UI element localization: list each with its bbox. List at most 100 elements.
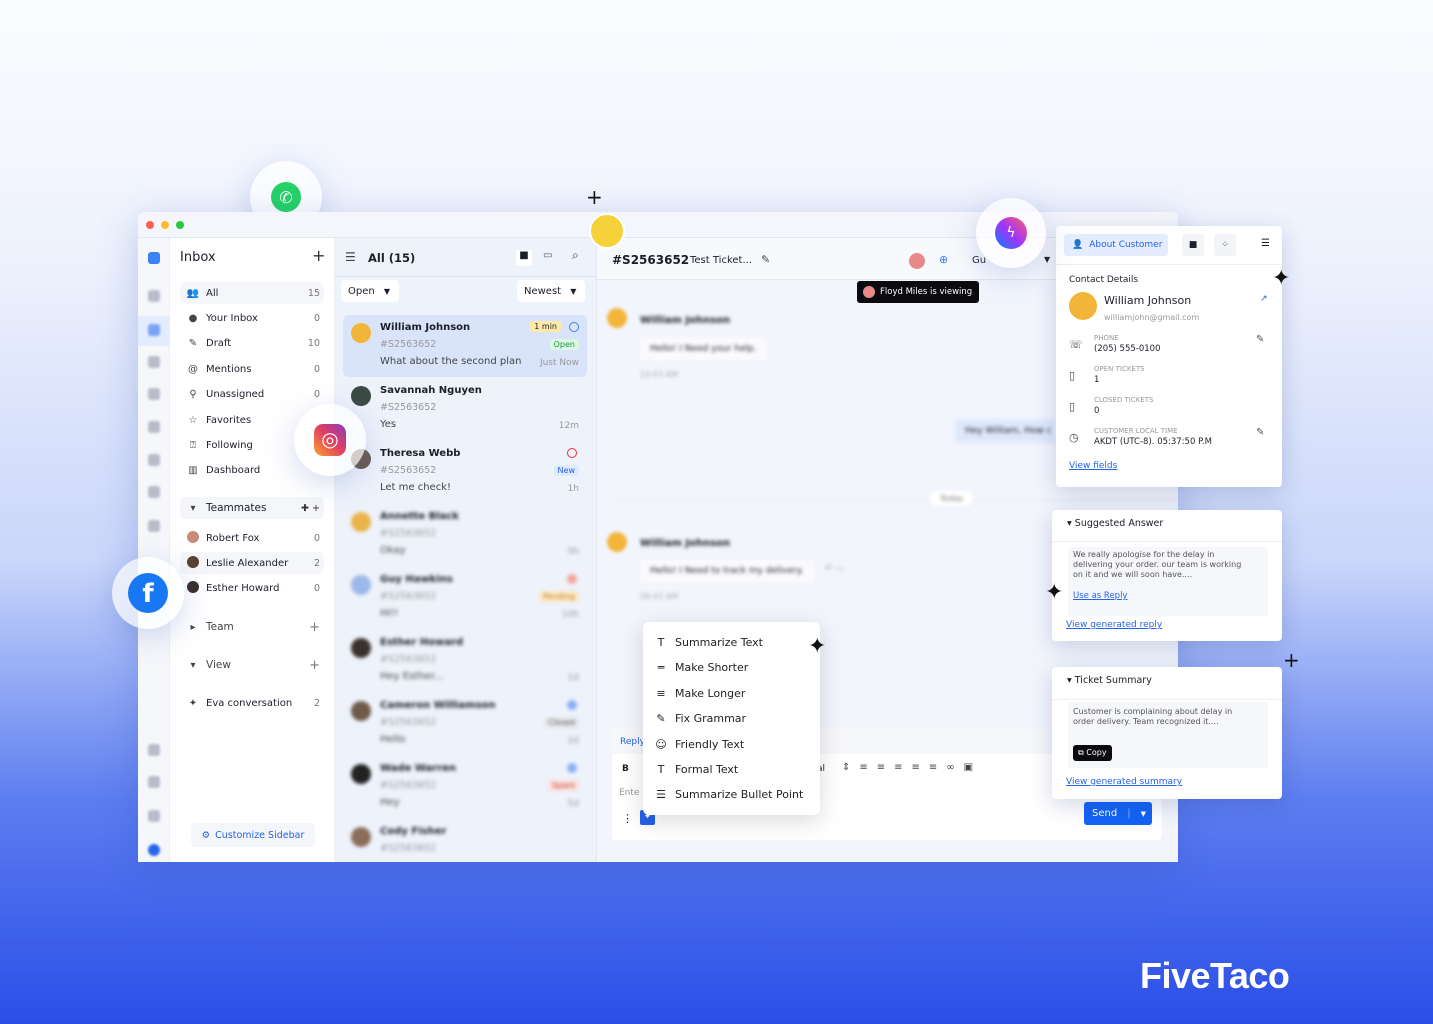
download-icon[interactable]: ⊕	[939, 253, 948, 266]
ai-menu-item-friendly-text[interactable]: ☺ Friendly Text	[655, 738, 744, 751]
ai-menu-item-summarize-text[interactable]: T Summarize Text	[655, 636, 763, 649]
sidebar-item-your-inbox[interactable]: ● Your Inbox 0	[180, 307, 324, 329]
send-button[interactable]: Send | ▼	[1084, 802, 1152, 825]
customize-sidebar-button[interactable]: ⚙ Customize Sidebar	[191, 823, 315, 847]
app-logo-icon[interactable]	[148, 252, 160, 264]
sidebar-item-draft[interactable]: ✎ Draft 10	[180, 333, 324, 355]
download-icon[interactable]	[569, 322, 579, 332]
status-filter-dropdown[interactable]: Open ▼	[341, 280, 399, 302]
view-toggle-list-icon[interactable]: ▭	[543, 250, 552, 261]
profile-icon[interactable]	[148, 844, 160, 856]
view-header[interactable]: ▾ View +	[180, 654, 324, 676]
priority-icon	[567, 700, 577, 710]
ai-menu-item-make-shorter[interactable]: ═ Make Shorter	[655, 661, 749, 674]
reply-tab[interactable]: Reply	[620, 737, 645, 747]
sidebar-item-mentions[interactable]: @ Mentions 0	[180, 358, 324, 380]
view-generated-reply-link[interactable]: View generated reply	[1066, 620, 1162, 630]
conversation-ticket: #S2563652	[380, 339, 437, 350]
message-time: 08:42 AM	[640, 592, 678, 601]
sidebar-item-unassigned[interactable]: ⚲ Unassigned 0	[180, 384, 324, 406]
conversation-item[interactable]: Theresa Webb #S2563652 Let me check! 1h N…	[343, 441, 587, 503]
ai-menu-item-formal-text[interactable]: T Formal Text	[655, 763, 739, 776]
teammate-count: 0	[313, 583, 320, 595]
view-fields-link[interactable]: View fields	[1069, 461, 1117, 471]
suggested-answer-text: We really apologise for the delay in del…	[1073, 550, 1242, 579]
reply-icon[interactable]: ↶ —	[825, 564, 844, 574]
message-sender: William Johnson	[640, 538, 731, 549]
rail-icon[interactable]	[148, 421, 160, 433]
ai-option-icon: T	[657, 636, 665, 649]
reply-input[interactable]: Ente	[619, 788, 639, 798]
use-as-reply-link[interactable]: Use as Reply	[1073, 591, 1127, 601]
sidebar-item-all[interactable]: 👥 All 15	[180, 282, 324, 304]
rail-icon[interactable]	[148, 520, 160, 532]
rail-icon[interactable]	[148, 356, 160, 368]
conversation-item[interactable]: Guy Hawkins #S2563652 Hi!! 10h Pending	[343, 567, 587, 629]
about-customer-tab[interactable]: 👤 About Customer	[1064, 234, 1168, 256]
pin-icon[interactable]: ✚ +	[301, 503, 320, 514]
collapse-list-icon[interactable]: ☰	[345, 250, 356, 264]
open-profile-icon[interactable]: ↗	[1260, 294, 1268, 304]
conversation-item[interactable]: Esther Howard #S2563652 Hey Esther... 1d	[343, 630, 587, 692]
sidebar-item-label: Favorites	[206, 414, 252, 426]
draft-icon: ✎	[188, 338, 198, 350]
conversation-item[interactable]: Cameron Williamson #S2563652 Hello 2d Clo…	[343, 693, 587, 755]
conversation-item[interactable]: Annette Black #S2563652 Okay 5h	[343, 504, 587, 566]
copy-button[interactable]: ⧉ Copy	[1073, 745, 1112, 761]
assignee-partial[interactable]: Gu	[972, 255, 986, 266]
edit-icon[interactable]: ✎	[1256, 334, 1264, 345]
edit-title-icon[interactable]: ✎	[761, 253, 770, 266]
rail-icon[interactable]	[148, 486, 160, 498]
ai-menu-item-summarize-bullet-point[interactable]: ☰ Summarize Bullet Point	[655, 788, 803, 801]
book-tab-icon[interactable]: ■	[1182, 234, 1204, 256]
view-generated-summary-link[interactable]: View generated summary	[1066, 777, 1182, 787]
bold-button[interactable]: B	[622, 764, 629, 774]
edit-icon[interactable]: ✎	[1256, 427, 1264, 438]
priority-icon	[567, 448, 577, 458]
send-options-caret-icon[interactable]: ▼	[1141, 810, 1146, 818]
eva-conversation-item[interactable]: ✦ Eva conversation 2	[180, 692, 324, 714]
suggested-answer-header[interactable]: ▾ Suggested Answer	[1067, 518, 1163, 529]
conversation-item[interactable]: Savannah Nguyen #S2563652 Yes 12m	[343, 378, 587, 440]
view-toggle-card-icon[interactable]: ■	[516, 250, 532, 266]
team-header[interactable]: ▸ Team +	[180, 616, 324, 638]
inbox-rail-icon[interactable]	[148, 324, 160, 336]
rail-icon[interactable]	[148, 290, 160, 302]
close-window-button[interactable]	[146, 221, 154, 229]
teammates-header[interactable]: ▾ Teammates ✚ +	[180, 497, 324, 519]
teammate-item[interactable]: Esther Howard 0	[180, 578, 324, 600]
assignee-caret-icon[interactable]: ▼	[1044, 255, 1050, 264]
teammate-item[interactable]: Robert Fox 0	[180, 527, 324, 549]
apps-tab-icon[interactable]: ⁘	[1214, 234, 1236, 256]
collapse-panel-icon[interactable]: ☰	[1261, 238, 1270, 249]
minimize-window-button[interactable]	[161, 221, 169, 229]
conversation-item[interactable]: Cody Fisher #S2563652	[343, 819, 587, 862]
avatar	[351, 701, 371, 721]
formatting-toolbar[interactable]: ⇕≡≡≡≡≡∞▣	[842, 762, 982, 773]
rail-icon[interactable]	[148, 776, 160, 788]
add-view-button[interactable]: +	[309, 658, 320, 673]
ai-menu-item-fix-grammar[interactable]: ✎ Fix Grammar	[655, 712, 746, 725]
teammate-item[interactable]: Leslie Alexander 2	[180, 552, 324, 575]
about-customer-label: About Customer	[1089, 240, 1163, 250]
ai-menu-item-make-longer[interactable]: ≡ Make Longer	[655, 687, 745, 700]
conversation-item[interactable]: Wade Warren #S2563652 Hey 5d Spam	[343, 756, 587, 818]
rail-icon[interactable]	[148, 454, 160, 466]
more-options-icon[interactable]: ⋮	[622, 812, 633, 825]
ticket-title: Test Ticket...	[690, 255, 752, 266]
divider	[335, 276, 596, 277]
add-team-button[interactable]: +	[309, 620, 320, 635]
maximize-window-button[interactable]	[176, 221, 184, 229]
rail-icon[interactable]	[148, 810, 160, 822]
search-icon[interactable]: ⌕	[572, 248, 579, 263]
conversation-name: Guy Hawkins	[380, 574, 453, 585]
ai-option-icon: ☰	[656, 788, 666, 802]
unassigned-icon: ⚲	[189, 389, 197, 401]
avatar	[351, 638, 371, 658]
add-inbox-button[interactable]: +	[312, 246, 325, 265]
rail-icon[interactable]	[148, 388, 160, 400]
ticket-summary-header[interactable]: ▾ Ticket Summary	[1067, 675, 1152, 686]
rail-icon[interactable]	[148, 744, 160, 756]
conversation-item[interactable]: William Johnson #S2563652 What about the…	[343, 315, 587, 377]
sort-dropdown[interactable]: Newest ▼	[517, 280, 585, 302]
